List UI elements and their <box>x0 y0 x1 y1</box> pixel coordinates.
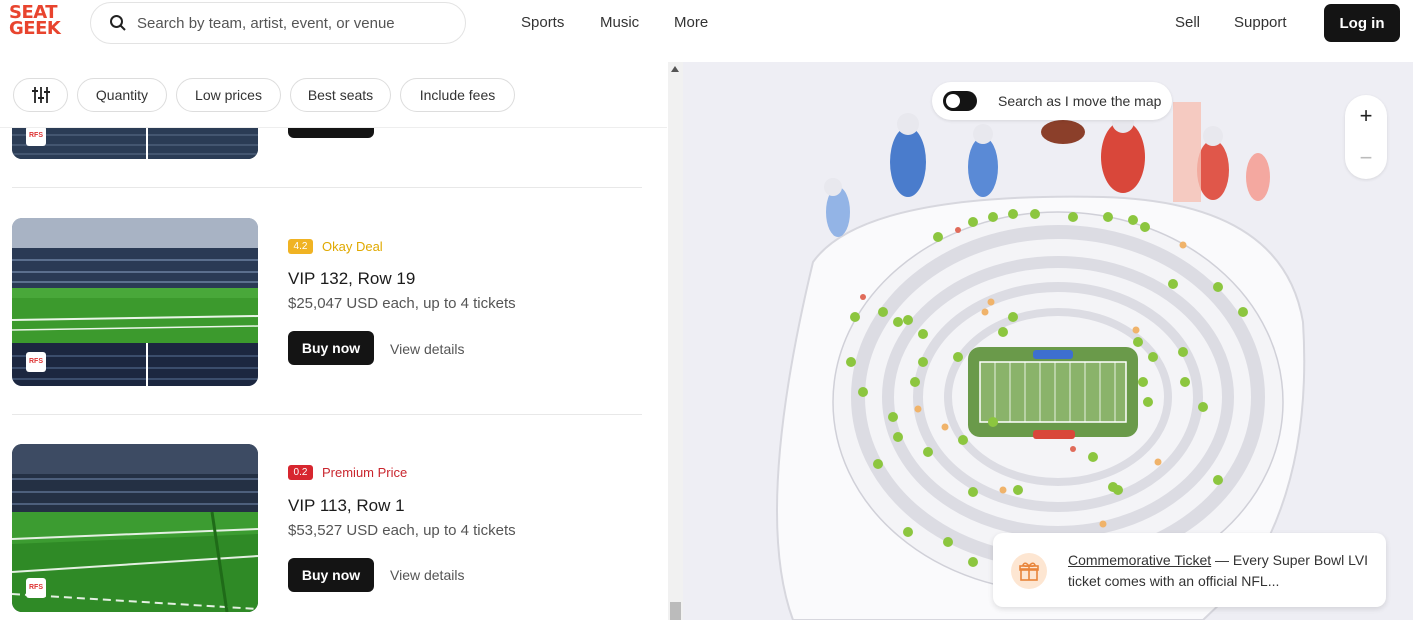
deal-score: 4.2 <box>288 239 313 254</box>
listing-price: $25,047 USD each, up to 4 tickets <box>288 295 516 312</box>
listing-title[interactable]: VIP 132, Row 19 <box>288 269 415 289</box>
zoom-out-button[interactable]: − <box>1345 137 1387 179</box>
commemorative-ticket-link[interactable]: Commemorative Ticket <box>1068 552 1211 568</box>
filter-best-seats[interactable]: Best seats <box>290 78 391 112</box>
toggle-label: Search as I move the map <box>998 93 1162 109</box>
seatgeek-logo[interactable]: SEAT GEEK <box>9 4 61 41</box>
login-button[interactable]: Log in <box>1324 4 1400 42</box>
commemorative-ticket-banner[interactable]: Commemorative Ticket — Every Super Bowl … <box>993 533 1386 607</box>
zoom-controls: + − <box>1345 95 1387 179</box>
view-from-seat-badge: RFS <box>26 352 46 372</box>
filter-include-fees[interactable]: Include fees <box>400 78 515 112</box>
sliders-icon <box>31 87 50 103</box>
nav-sell[interactable]: Sell <box>1175 14 1200 31</box>
filter-bar: Quantity Low prices Best seats Include f… <box>0 62 667 128</box>
view-from-seat-badge: RFS <box>26 578 46 598</box>
search-input[interactable] <box>137 14 457 32</box>
toggle-switch[interactable] <box>943 91 977 111</box>
view-details-link[interactable]: View details <box>390 341 464 357</box>
listing-divider <box>12 187 642 188</box>
promo-text: Commemorative Ticket — Every Super Bowl … <box>1068 550 1373 592</box>
buy-now-button[interactable]: Buy now <box>288 558 374 592</box>
deal-label: Premium Price <box>322 465 408 480</box>
filter-settings-button[interactable] <box>13 78 68 112</box>
listing-photo[interactable] <box>12 218 258 386</box>
listing-photo[interactable] <box>12 444 258 612</box>
listing-divider <box>12 414 642 415</box>
nav-music[interactable]: Music <box>600 14 639 31</box>
gift-icon <box>1011 553 1047 589</box>
deal-score: 0.2 <box>288 465 313 480</box>
buy-now-button[interactable]: Buy now <box>288 331 374 365</box>
filter-low-prices[interactable]: Low prices <box>176 78 281 112</box>
logo-line-2: GEEK <box>9 18 61 39</box>
search-icon <box>110 15 126 31</box>
seat-map[interactable]: Search as I move the map + − Commemorati… <box>683 62 1413 620</box>
search-as-map-moves-toggle[interactable]: Search as I move the map <box>932 82 1172 120</box>
nav-sports[interactable]: Sports <box>521 14 564 31</box>
deal-rating: 4.2 Okay Deal <box>288 239 383 254</box>
nav-more[interactable]: More <box>674 14 708 31</box>
listing-title[interactable]: VIP 113, Row 1 <box>288 496 405 516</box>
listings-panel: Quantity Low prices Best seats Include f… <box>0 62 667 620</box>
scroll-up-arrow-icon[interactable] <box>671 66 679 72</box>
filter-quantity[interactable]: Quantity <box>77 78 167 112</box>
view-from-seat-badge: RFS <box>26 126 46 146</box>
zoom-in-button[interactable]: + <box>1345 95 1387 137</box>
search-bar[interactable] <box>90 2 466 44</box>
top-navigation: SEAT GEEK Sports Music More Sell Support… <box>0 0 1413 62</box>
view-details-link[interactable]: View details <box>390 567 464 583</box>
listings-scrollbar[interactable] <box>668 62 683 620</box>
listing-price: $53,527 USD each, up to 4 tickets <box>288 522 516 539</box>
deal-label: Okay Deal <box>322 239 383 254</box>
nav-support[interactable]: Support <box>1234 14 1287 31</box>
deal-rating: 0.2 Premium Price <box>288 465 407 480</box>
scrollbar-thumb[interactable] <box>670 602 681 620</box>
